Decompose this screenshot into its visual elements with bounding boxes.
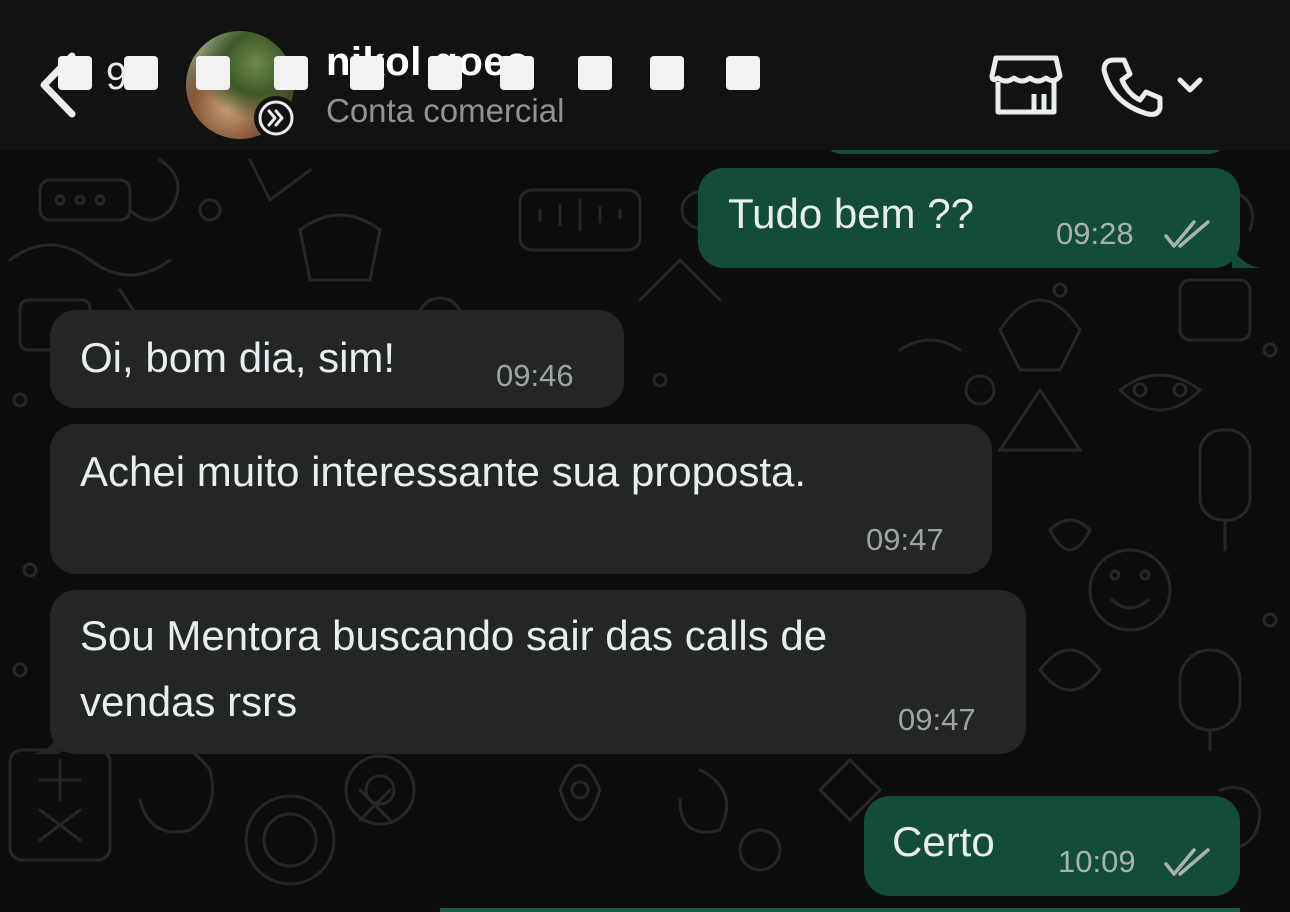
message-text: Achei muito interessante sua proposta.: [80, 448, 807, 495]
redaction-mark: [726, 56, 760, 90]
voice-call-button[interactable]: [1100, 54, 1210, 120]
redaction-mark: [196, 56, 230, 90]
message-bubble-incoming[interactable]: Achei muito interessante sua proposta. 0…: [50, 424, 992, 574]
message-time: 09:47: [898, 702, 976, 737]
message-time: 09:28: [1056, 216, 1134, 251]
double-check-icon: [1164, 220, 1210, 248]
message-list[interactable]: Tudo bem ?? 09:28 Oi, bom dia, sim! 09:4…: [0, 150, 1290, 912]
redaction-mark: [350, 56, 384, 90]
message-bubble-outgoing[interactable]: Tudo bem ?? 09:28: [698, 168, 1240, 268]
redaction-mark: [578, 56, 612, 90]
message-time: 09:46: [496, 358, 574, 393]
redaction-mark: [428, 56, 462, 90]
chat-header: 9 nikol goes Conta comercial: [0, 0, 1290, 150]
message-text-line: vendas rsrs: [80, 678, 298, 725]
redaction-mark: [124, 56, 158, 90]
message-text-line: Sou Mentora buscando sair das calls de: [80, 612, 828, 659]
redaction-mark: [58, 56, 92, 90]
message-bubble-partial[interactable]: [820, 150, 1230, 154]
redaction-mark: [274, 56, 308, 90]
redaction-mark: [650, 56, 684, 90]
storefront-icon: [989, 55, 1063, 115]
double-chevron-right-icon: [254, 96, 298, 140]
redaction-mark: [500, 56, 534, 90]
message-text: Certo: [892, 818, 995, 865]
message-text: Oi, bom dia, sim!: [80, 334, 396, 381]
message-text: Tudo bem ??: [728, 190, 974, 237]
bubble-tail: [1232, 246, 1260, 268]
contact-subtitle: Conta comercial: [326, 92, 565, 129]
bubble-tail: [32, 732, 60, 754]
phone-icon: [1101, 57, 1163, 117]
catalog-button[interactable]: [988, 54, 1064, 118]
message-bubble-incoming[interactable]: Sou Mentora buscando sair das calls de v…: [50, 590, 1026, 754]
double-check-icon: [1164, 848, 1210, 876]
message-time: 10:09: [1058, 844, 1136, 879]
bottom-edge: [440, 908, 1240, 912]
chevron-down-icon: [1177, 77, 1203, 93]
message-time: 09:47: [866, 522, 944, 557]
message-bubble-outgoing[interactable]: Certo 10:09: [864, 796, 1240, 896]
message-bubble-incoming[interactable]: Oi, bom dia, sim! 09:46: [50, 310, 624, 408]
